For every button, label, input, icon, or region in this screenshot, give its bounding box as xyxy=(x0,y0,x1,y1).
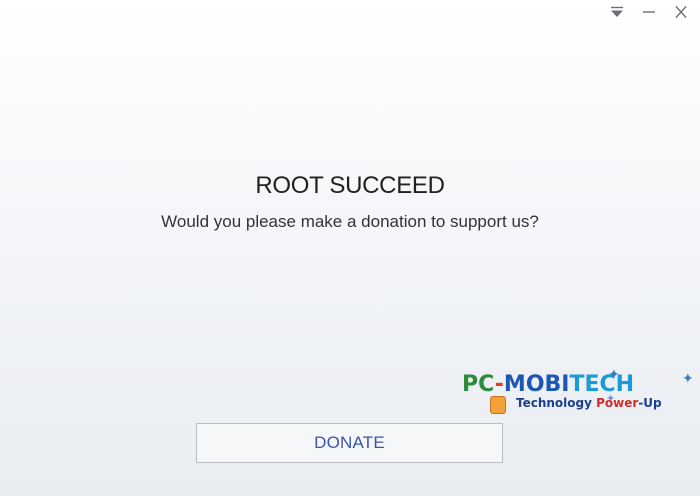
minimize-icon xyxy=(642,6,656,18)
app-window: ROOT SUCCEED Would you please make a don… xyxy=(0,0,700,496)
watermark-tagline: Technology Power-Up xyxy=(516,396,662,410)
phone-icon xyxy=(490,396,506,414)
watermark-brand-part: MOBI xyxy=(503,372,570,397)
close-button[interactable] xyxy=(668,4,694,20)
minimize-button[interactable] xyxy=(636,4,662,20)
close-icon xyxy=(674,6,688,18)
watermark-logo: PC-MOBITECH ✦ ✦ ✦ Technology Power-Up xyxy=(460,366,696,416)
donate-button[interactable]: DONATE xyxy=(196,423,503,463)
window-controls xyxy=(604,4,694,20)
watermark-tagline-part: -Up xyxy=(638,396,662,410)
star-icon: ✦ xyxy=(608,366,620,382)
dropdown-menu-button[interactable] xyxy=(604,4,630,20)
watermark-brand-part: TECH xyxy=(569,372,635,397)
donation-message: Would you please make a donation to supp… xyxy=(161,212,539,231)
page-title: ROOT SUCCEED xyxy=(255,172,445,199)
watermark-brand-part: - xyxy=(494,372,504,397)
star-icon: ✦ xyxy=(682,370,694,386)
dropdown-icon xyxy=(610,6,624,18)
watermark-tagline-part: Power xyxy=(596,396,639,410)
watermark-brand-part: PC xyxy=(462,372,495,397)
watermark-tagline-part: Technology xyxy=(516,396,597,410)
